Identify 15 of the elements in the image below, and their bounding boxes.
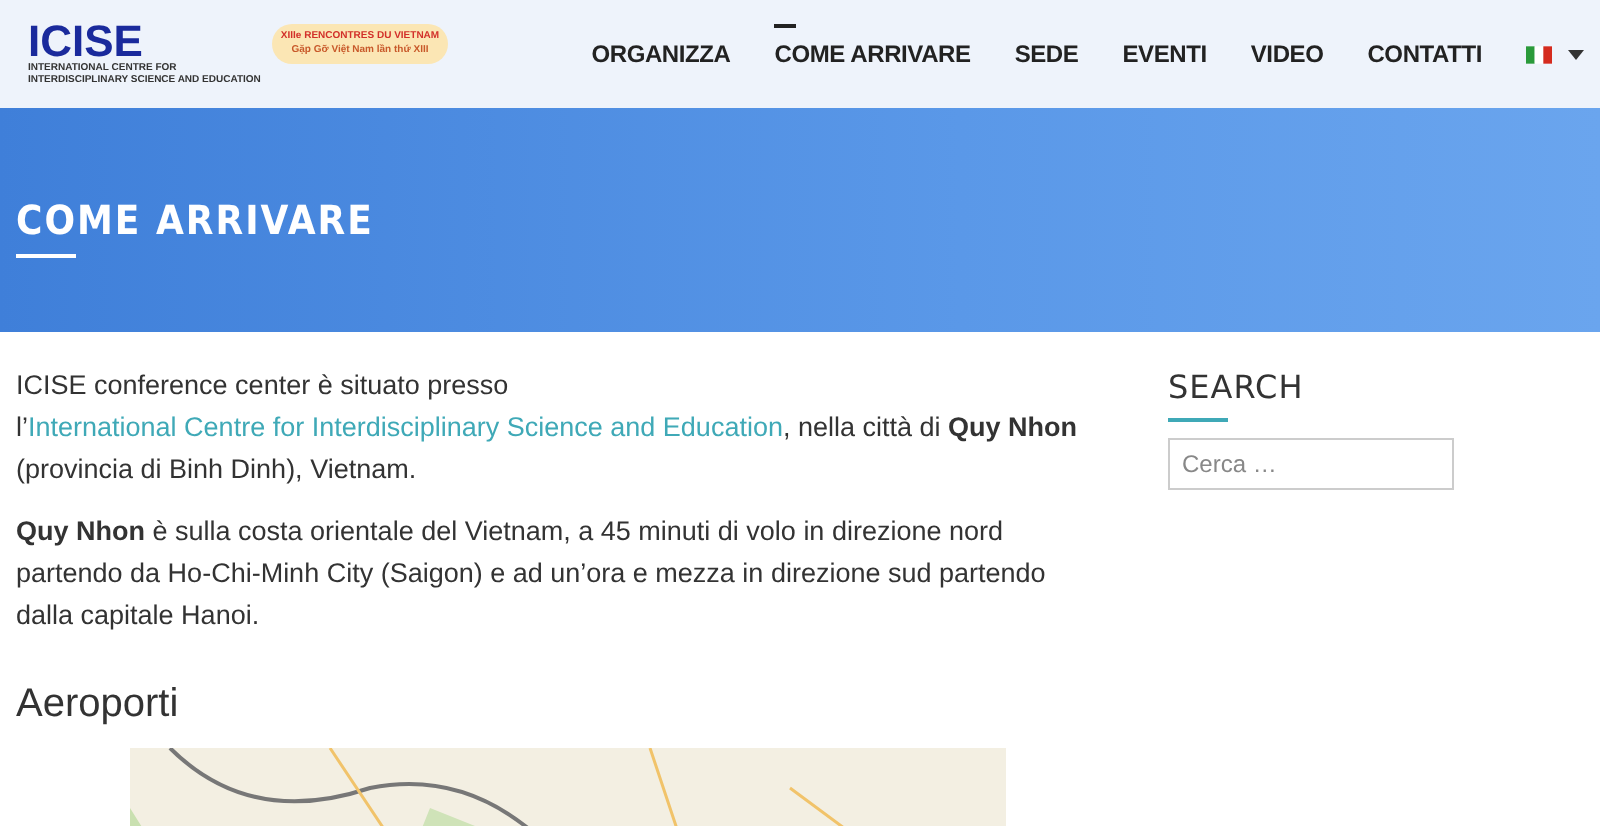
- caret-icon[interactable]: [1568, 49, 1584, 59]
- page-title: COME ARRIVARE: [16, 195, 376, 243]
- nav-link[interactable]: ORGANIZZA: [591, 24, 731, 68]
- nav-link[interactable]: SEDE: [1014, 24, 1079, 68]
- nav-link[interactable]: EVENTI: [1122, 24, 1207, 68]
- flag-icon[interactable]: [1526, 45, 1552, 63]
- section-heading: Aeroporti: [16, 680, 181, 728]
- nav-link[interactable]: CONTATTI: [1367, 24, 1482, 68]
- search-field[interactable]: Cerca …: [1168, 438, 1454, 490]
- nav-link[interactable]: VIDEO: [1250, 24, 1324, 68]
- nav-link[interactable]: COME ARRIVARE: [774, 24, 971, 68]
- logo-title[interactable]: ICISE: [28, 22, 261, 62]
- sidebar-title: SEARCH: [1168, 368, 1306, 408]
- paragraph: Quy Nhon è sulla costa orientale del Vietnam, a 45 minuti di volo in direzione nord partendo da Ho-Chi-Minh City (Saigon) e ad un’ora e mezza in direzione sud partendo dalla capitale Hanoi.: [16, 514, 1048, 634]
- paragraph: ICISE conference center è situato presso l’International Centre for Interdisciplinary Science and Education, nella città di Quy Nhon (provincia di Binh Dinh), Vietnam.: [16, 368, 1080, 488]
